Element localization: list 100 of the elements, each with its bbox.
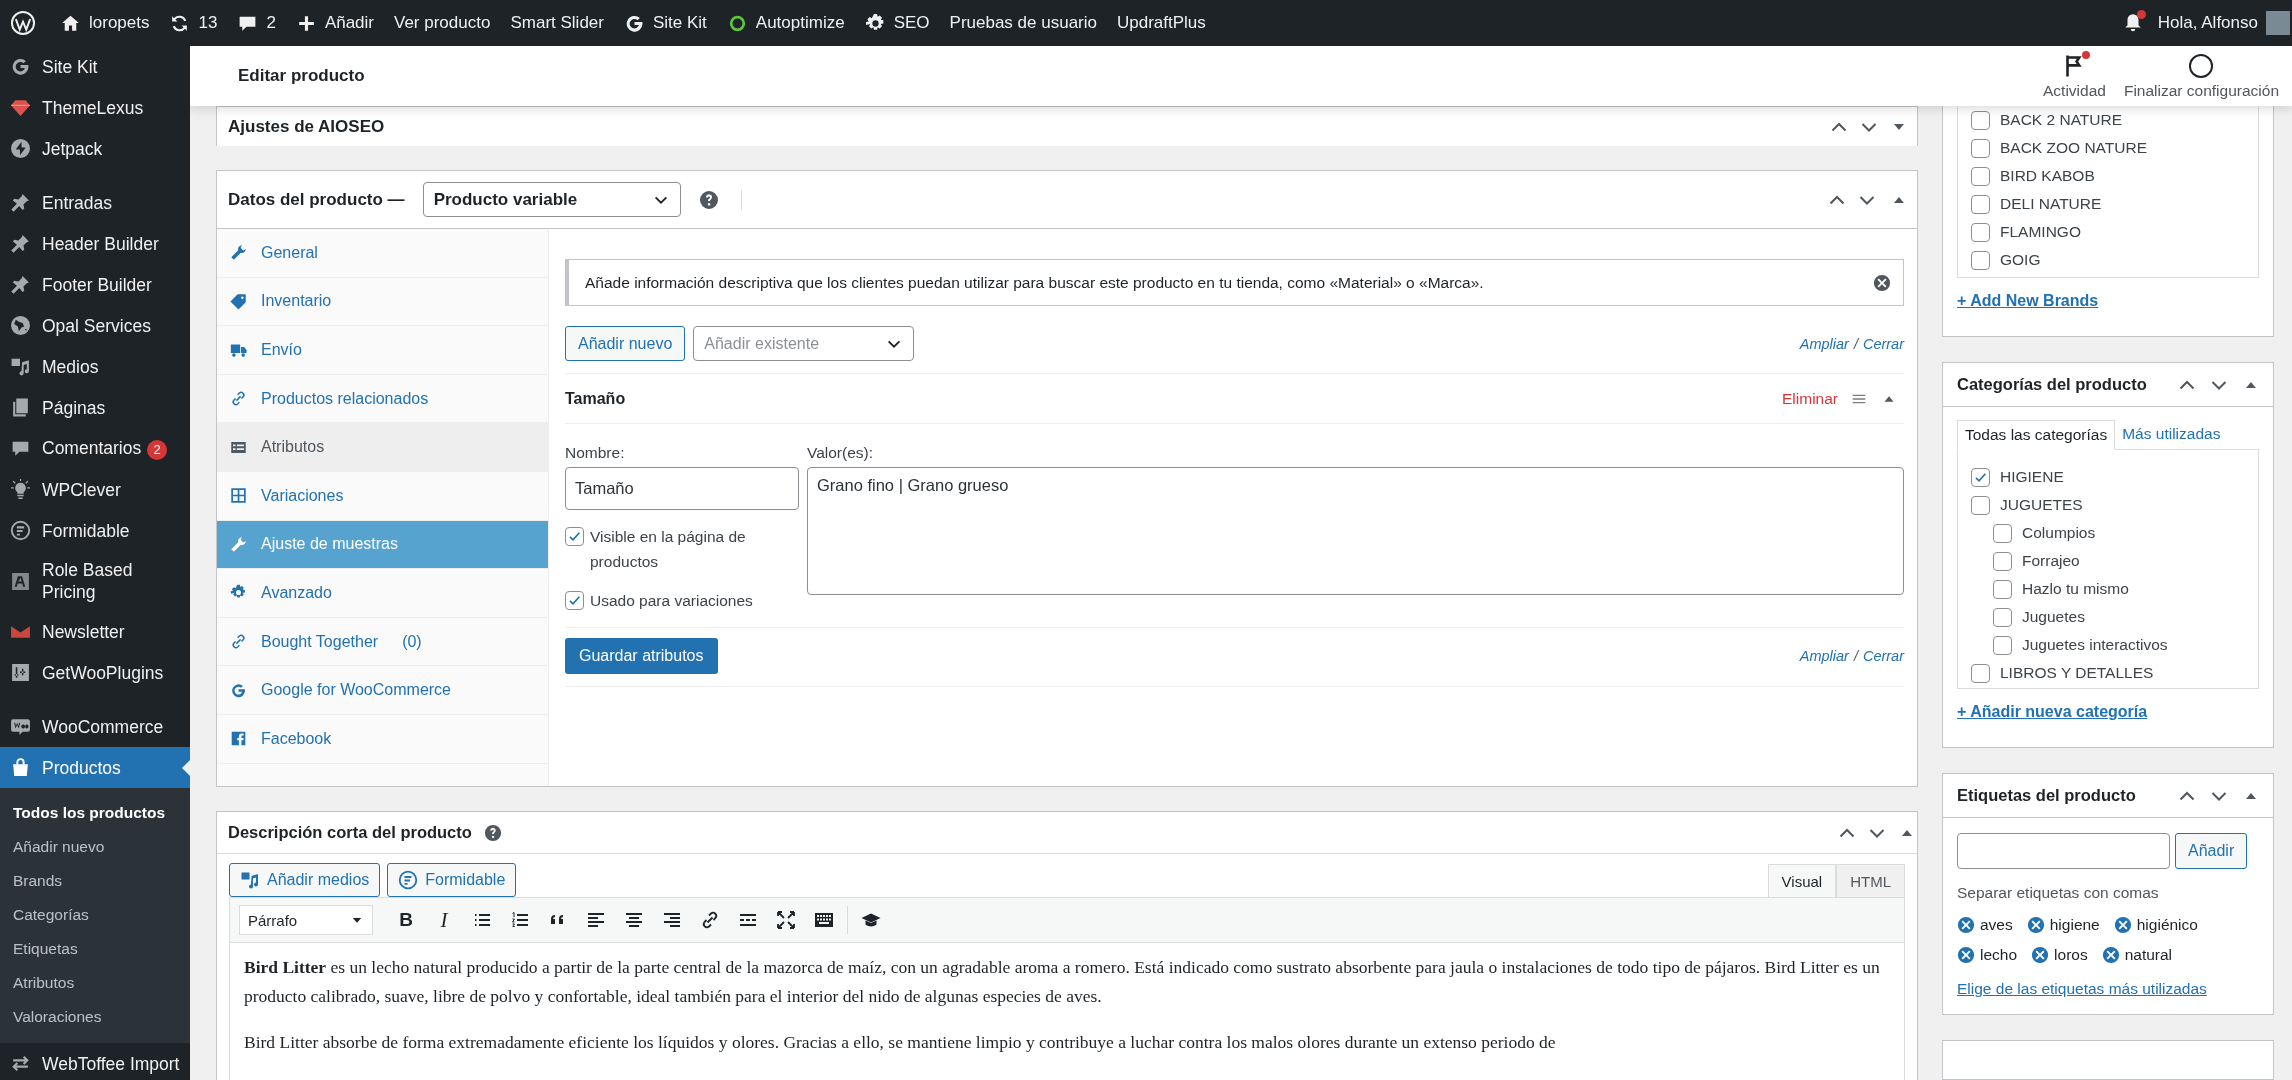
separator-text: / [1853,335,1858,352]
toolbar-link[interactable]: 2 [227,0,286,46]
menu-item[interactable]: Productos [0,747,190,788]
editor-tab[interactable]: Visual [1767,864,1837,897]
add-brand-link[interactable]: + Add New Brands [1957,292,2099,310]
checkbox-label: Columpios [2022,524,2096,542]
toolbar-link[interactable]: SEO [854,0,940,46]
checkbox-label: Hazlo tu mismo [2022,580,2129,598]
menu-item[interactable]: Formidable [0,510,190,551]
tag-label: higiénico [2136,916,2198,934]
checkbox-label: BIRD KABOB [2000,167,2095,185]
tab[interactable]: Variaciones [217,471,548,521]
header-action-button[interactable]: Actividad [2035,52,2114,100]
menu-item[interactable]: WPClever [0,469,190,510]
format-select[interactable]: Párrafo [239,905,373,935]
collapse-link[interactable]: Cerrar [1862,335,1904,352]
panel-title: Ajustes de AIOSEO [228,116,385,137]
checkbox-label: Forrajeo [2022,552,2080,570]
toolbar-link[interactable]: UpdraftPlus [1107,0,1216,46]
checkbox-label: BACK 2 NATURE [2000,111,2123,129]
tab[interactable]: Facebook [217,714,548,764]
menu-item[interactable]: WooCommerce [0,706,190,747]
count-badge: 2 [147,440,168,460]
page-title: Editar producto [238,66,365,86]
submenu-item[interactable]: Categorías [0,898,190,932]
attribute-title: Tamaño [565,389,626,408]
bold-button[interactable]: B [387,905,425,935]
save-attributes-button[interactable]: Guardar atributos [565,638,718,674]
category-tab[interactable]: Más utilizadas [2115,419,2228,449]
tab[interactable]: Inventario [217,277,548,327]
menu-item[interactable]: Opal Services [0,305,190,346]
media-button[interactable]: Formidable [387,863,517,897]
menu-item[interactable]: Comentarios 2 [0,428,190,469]
checkbox-label: FLAMINGO [2000,223,2081,241]
tab[interactable]: Bought Together (0) [217,617,548,667]
checkbox-label: Visible en la página de productos [590,527,747,572]
tab[interactable]: General [217,229,548,278]
italic-button[interactable]: I [425,905,463,935]
menu-item[interactable]: Footer Builder [0,264,190,305]
choose-tags-link[interactable]: Elige de las etiquetas más utilizadas [1957,980,2207,998]
tag-label: loros [2054,946,2088,964]
media-button[interactable]: Añadir medios [229,863,381,897]
values-textarea[interactable]: Grano fino | Grano grueso [807,467,1904,595]
tag-label: natural [2124,946,2173,964]
panel-title: Descripción corta del producto [228,823,472,842]
editor-tab[interactable]: HTML [1836,864,1905,897]
submenu-item[interactable]: Valoraciones [0,1000,190,1034]
tab[interactable]: Google for WooCommerce [217,666,548,715]
field-label: Nombre: [565,444,626,462]
toolbar-link[interactable]: Smart Slider [500,0,614,46]
checkbox-label: JUGUETES [2000,496,2083,514]
checkbox-label: Usado para variaciones [590,591,753,611]
remove-link[interactable]: Eliminar [1782,389,1838,408]
add-category-link[interactable]: + Añadir nueva categoría [1957,703,2148,721]
tag-label: lecho [1980,946,2018,964]
expand-link[interactable]: Ampliar [1799,335,1849,352]
submenu-item[interactable]: Brands [0,864,190,898]
account-link[interactable]: Hola, Alfonso [2157,13,2258,33]
menu-item[interactable]: WebToffee Import [0,1043,190,1080]
submenu-item[interactable]: Añadir nuevo [0,830,190,864]
menu-item[interactable]: Entradas [0,182,190,223]
add-tag-button[interactable]: Añadir [2175,833,2248,869]
collapse-link[interactable]: Cerrar [1862,648,1904,664]
tab[interactable]: Atributos [217,423,548,472]
checkbox-label: DELI NATURE [2000,195,2102,213]
menu-item[interactable]: Jetpack [0,128,190,169]
submenu-item[interactable]: Etiquetas [0,932,190,966]
paragraph: Bird Litter es un lecho natural producido a partir de la parte central de la mazorca de maíz, con un agradable aroma a romero. Está indicado como sustrato absorbente para jaula o instalaciones de todo tipo de pájaros. Bird Litter es un producto calibrado, suave, libre de polvo y confortable, ideal también para el interior del nido de algunas especies de aves. [244,956,1881,1008]
tab[interactable]: Avanzado [217,569,548,618]
category-tab[interactable]: Todas las categorías [1957,420,2116,450]
toolbar-link[interactable]: Autoptimize [716,0,855,46]
submenu-item[interactable]: Todos los productos [0,796,190,830]
submenu-item[interactable]: Atributos [0,966,190,1000]
toolbar-link[interactable]: Añadir [285,0,384,46]
menu-item[interactable]: Medios [0,346,190,387]
tab[interactable]: Envío [217,326,548,375]
menu-item[interactable]: GetWooPlugins [0,652,190,693]
toolbar-link[interactable]: Ver producto [384,0,501,46]
toolbar-link[interactable]: Pruebas de usuario [939,0,1107,46]
menu-item[interactable]: Role Based Pricing [0,551,190,611]
field-label: Valor(es): [807,444,875,462]
toolbar-link[interactable]: Site Kit [613,0,717,46]
checkbox-label: BACK ZOO NATURE [2000,139,2147,157]
product-type-select[interactable]: Producto variable [422,182,681,217]
toolbar-link[interactable]: 13 [159,0,228,46]
panel-title: Categorías del producto [1957,375,2147,394]
expand-link[interactable]: Ampliar [1799,648,1849,664]
menu-item[interactable]: Páginas [0,387,190,428]
menu-item[interactable]: Header Builder [0,223,190,264]
add-new-button[interactable]: Añadir nuevo [565,326,686,361]
name-input[interactable]: Tamaño [565,467,799,510]
separator-text: / [1853,648,1858,664]
tag-label: aves [1980,916,2013,934]
header-action-button[interactable]: Finalizar configuración [2115,52,2287,100]
menu-item[interactable]: ThemeLexus [0,87,190,128]
checkbox-label: GOIG [2000,251,2041,269]
menu-item[interactable]: Site Kit [0,46,190,87]
toolbar-link[interactable]: loropets [50,0,160,46]
menu-item[interactable]: Newsletter [0,611,190,652]
notice-text: Añade información descriptiva que los clientes puedan utilizar para buscar este producto en tu tienda, como «Material» o «Marca». [585,273,1484,292]
